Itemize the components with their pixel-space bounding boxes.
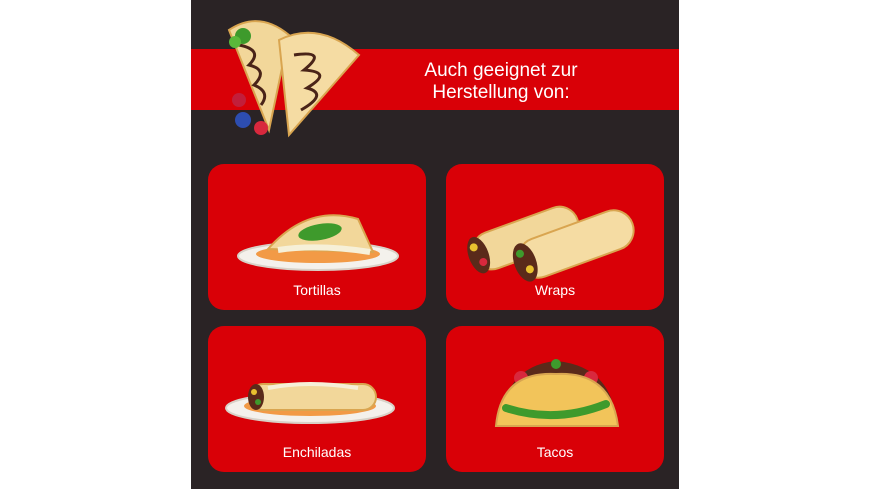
card-label-wraps: Wraps [534, 282, 576, 298]
taco-icon [494, 359, 620, 427]
card-tortillas: Tortillas [208, 164, 426, 310]
product-panel: Auch geeignet zur Herstellung von: Torti… [191, 0, 679, 489]
card-tacos: Tacos [446, 326, 664, 472]
card-wraps: Wraps [446, 164, 664, 310]
burrito-wraps-icon [467, 205, 635, 282]
card-enchiladas: Enchiladas [208, 326, 426, 472]
enchilada-plate-icon [225, 382, 395, 424]
crepes-with-chocolate-icon [227, 20, 361, 138]
card-label-tortillas: Tortillas [293, 282, 341, 298]
card-label-tacos: Tacos [536, 444, 574, 460]
headline-line-1: Auch geeignet zur [424, 60, 578, 81]
headline-line-2: Herstellung von: [432, 82, 570, 103]
headline: Auch geeignet zur Herstellung von: [391, 60, 611, 104]
quesadilla-plate-icon [237, 214, 399, 271]
card-label-enchiladas: Enchiladas [282, 444, 352, 460]
